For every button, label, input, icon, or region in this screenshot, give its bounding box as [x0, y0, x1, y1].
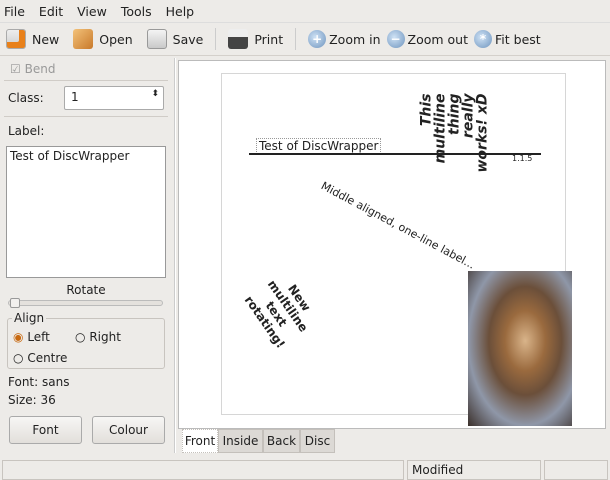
open-folder-icon — [73, 29, 94, 49]
label-label: Label: — [8, 124, 45, 138]
align-left-radio[interactable]: ◉ Left — [13, 330, 50, 344]
zoom-out-button[interactable]: − Zoom out — [386, 30, 468, 48]
menu-file[interactable]: File — [4, 4, 25, 19]
tab-back[interactable]: Back — [263, 429, 300, 453]
status-text — [2, 460, 404, 480]
bend-label: Bend — [24, 62, 56, 76]
align-right-label: Right — [89, 330, 121, 344]
zoom-in-label: Zoom in — [329, 31, 381, 47]
save-button[interactable]: Save — [146, 29, 204, 49]
fit-best-icon: * — [474, 30, 492, 48]
new-icon — [6, 29, 26, 49]
size-info: Size: 36 — [8, 393, 56, 407]
label-text: Test of DiscWrapper — [10, 149, 130, 163]
save-label: Save — [172, 31, 204, 47]
zoom-in-button[interactable]: + Zoom in — [308, 30, 381, 48]
align-centre-label: Centre — [27, 351, 68, 365]
printer-icon — [228, 29, 249, 49]
align-centre-radio[interactable]: ○ Centre — [13, 351, 67, 365]
open-label: Open — [99, 31, 133, 47]
print-label: Print — [254, 31, 284, 47]
open-button[interactable]: Open — [73, 29, 133, 49]
font-info: Font: sans — [8, 375, 70, 389]
save-icon — [146, 29, 167, 49]
menu-tools[interactable]: Tools — [121, 4, 152, 19]
align-label: Align — [12, 311, 47, 325]
class-label: Class: — [8, 91, 44, 105]
label-textarea[interactable]: Test of DiscWrapper — [6, 146, 166, 278]
radio-icon: ○ — [75, 330, 86, 344]
vertical-line: works! xD — [474, 93, 491, 173]
toolbar-separator — [295, 28, 297, 50]
statusbar: Modified — [0, 458, 610, 480]
divider — [4, 80, 168, 81]
rotating-multiline-text[interactable]: New multiline text rotating! — [230, 253, 333, 367]
menubar: File Edit View Tools Help — [0, 0, 610, 22]
fit-best-label: Fit best — [495, 31, 541, 47]
menu-edit[interactable]: Edit — [39, 4, 63, 19]
fit-best-button[interactable]: * Fit best — [474, 30, 541, 48]
colour-button[interactable]: Colour — [92, 416, 165, 444]
hawk-image[interactable] — [468, 271, 572, 426]
version-text: 1.1.5 — [512, 154, 533, 163]
zoom-out-icon: − — [386, 30, 405, 48]
middle-aligned-label[interactable]: Middle aligned, one-line label... — [307, 173, 490, 278]
canvas-area[interactable]: Test of DiscWrapper 1.1.5 This multiline… — [178, 60, 606, 429]
new-button[interactable]: New — [6, 29, 59, 49]
left-panel: ☑ Bend Class: 1 ⬍ Label: Test of DiscWrap… — [0, 58, 172, 453]
spin-arrows-icon[interactable]: ⬍ — [151, 89, 159, 99]
font-button[interactable]: Font — [9, 416, 82, 444]
class-value: 1 — [71, 90, 79, 104]
check-icon: ☑ — [10, 62, 21, 76]
new-label: New — [32, 31, 60, 47]
tab-front[interactable]: Front — [182, 429, 218, 453]
modified-status: Modified — [407, 460, 541, 480]
rotate-slider-handle[interactable] — [10, 298, 20, 308]
menu-view[interactable]: View — [77, 4, 107, 19]
vertical-line: This — [418, 93, 435, 127]
radio-selected-icon: ◉ — [13, 330, 24, 344]
toolbar-separator — [215, 28, 217, 50]
tab-disc[interactable]: Disc — [300, 429, 335, 453]
status-extra — [544, 460, 608, 480]
vertical-multiline-text[interactable]: This multiline thing really works! xD — [419, 76, 510, 172]
toolbar: New Open Save Print + Zoom in − Zoom out *… — [0, 22, 610, 56]
print-button[interactable]: Print — [228, 29, 283, 49]
pane-splitter[interactable] — [174, 58, 176, 453]
bend-checkbox[interactable]: ☑ Bend — [10, 62, 55, 76]
vertical-line: thing — [446, 93, 463, 135]
rotate-slider[interactable] — [8, 298, 163, 308]
zoom-in-icon: + — [308, 30, 327, 48]
align-left-label: Left — [27, 330, 50, 344]
rotate-label: Rotate — [66, 283, 106, 297]
disc-title-text[interactable]: Test of DiscWrapper — [256, 138, 382, 154]
class-spinbox[interactable]: 1 ⬍ — [64, 86, 164, 110]
tab-inside[interactable]: Inside — [218, 429, 263, 453]
radio-icon: ○ — [13, 351, 24, 365]
vertical-line: really — [460, 93, 477, 139]
zoom-out-label: Zoom out — [407, 31, 468, 47]
vertical-line: multiline — [432, 93, 449, 164]
align-right-radio[interactable]: ○ Right — [75, 330, 121, 344]
menu-help[interactable]: Help — [166, 4, 195, 19]
divider — [4, 116, 168, 117]
